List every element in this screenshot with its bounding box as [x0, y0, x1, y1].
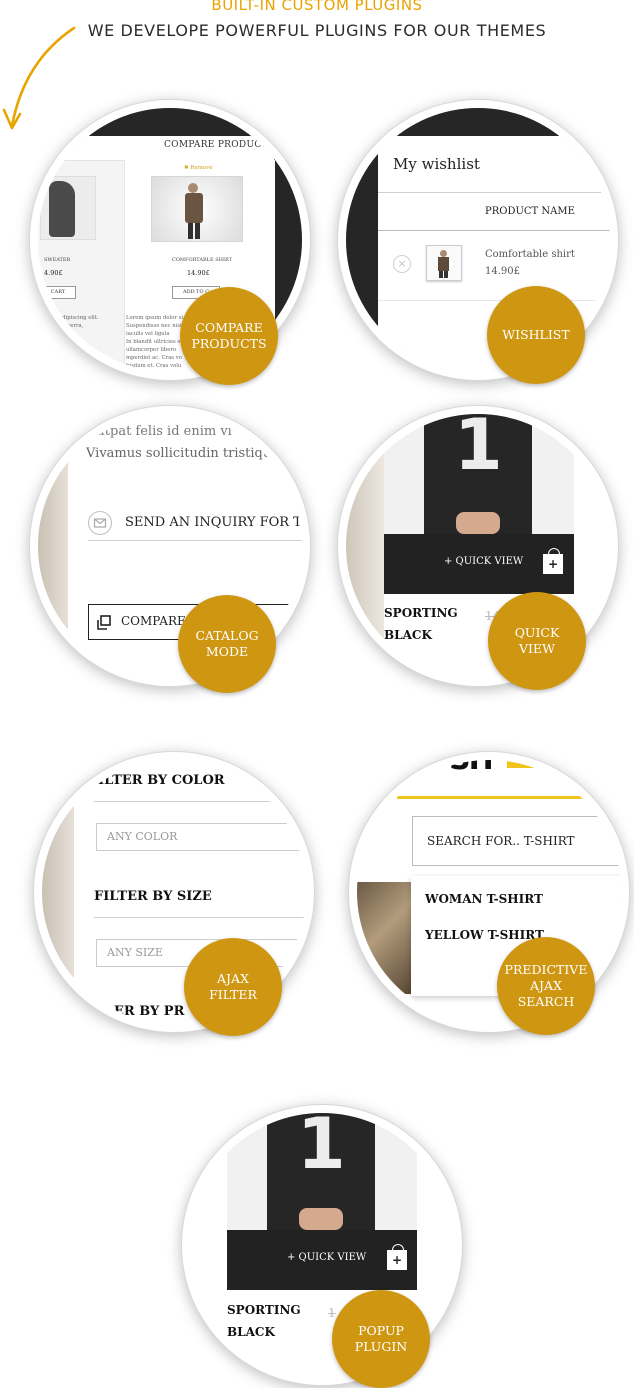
popup-product-name-line-1[interactable]: SPORTING [227, 1303, 301, 1317]
popup-add-to-cart-bag-icon[interactable]: + [387, 1250, 407, 1270]
section-eyebrow: BUILT-IN CUSTOM PLUGINS [211, 0, 423, 14]
ajax-filter-badge: AJAX FILTER [184, 938, 282, 1036]
hair-photo [357, 882, 411, 994]
product-name-line-2[interactable]: BLACK [384, 628, 432, 642]
compare-title: COMPARE PRODUCT [164, 140, 268, 150]
send-inquiry-link[interactable]: SEND AN INQUIRY FOR TH [125, 515, 302, 530]
sweater-price: 4.90£ [44, 269, 63, 277]
filter-by-size-title: FILTER BY SIZE [94, 889, 212, 904]
compare-copy-icon [97, 615, 111, 630]
remove-circle-icon[interactable]: × [393, 255, 411, 273]
catalog-mode-badge: CATALOG MODE [178, 595, 276, 693]
left-description: tetur adipiscing elit. bulum viverra, [44, 315, 99, 329]
catalog-text-line-1: ...utpat felis id enim vi [84, 424, 232, 439]
shirt-name: COMFORTABLE SHIRT [172, 257, 232, 263]
sweater-name: SWEATER [44, 257, 71, 263]
product-name-column-header: PRODUCT NAME [485, 206, 575, 217]
popup-product-old-price: 1 [328, 1306, 336, 1320]
shirt-price: 14.90£ [187, 269, 210, 277]
color-select[interactable]: ANY COLOR [96, 823, 306, 851]
popup-quick-view-button[interactable]: + QUICK VIEW [287, 1252, 366, 1263]
wishlist-item-thumbnail[interactable] [426, 245, 462, 281]
popup-quick-view-bar[interactable]: + QUICK VIEW + [227, 1230, 417, 1290]
compare-button-label: COMPARE [121, 614, 186, 628]
remove-link[interactable]: ✖ Remove [184, 165, 213, 171]
popup-plugin-badge: POPUP PLUGIN [332, 1290, 430, 1388]
filter-by-price-title: ER BY PR [114, 1004, 185, 1019]
predictive-search-badge: PREDICTIVE AJAX SEARCH [497, 937, 595, 1035]
product-photo: 1 [384, 414, 574, 534]
popup-product-name-line-2[interactable]: BLACK [227, 1325, 275, 1339]
wishlist-item-name[interactable]: Comfortable shirt [485, 249, 575, 260]
right-description: Lorem ipsum dolor si Suspendisse nec nis… [126, 315, 184, 369]
popup-product-photo: 1 [227, 1113, 417, 1230]
filter-by-color-title: ILTER BY COLOR [98, 773, 225, 788]
product-name-line-1[interactable]: SPORTING [384, 606, 458, 620]
wishlist-badge: WISHLIST [487, 286, 585, 384]
sweater-add-to-cart-button[interactable]: CART [40, 286, 76, 299]
quick-view-badge: QUICK VIEW [488, 592, 586, 690]
add-to-cart-bag-icon[interactable]: + [543, 554, 563, 574]
site-logo: SH [449, 760, 569, 778]
sweater-image [40, 176, 96, 240]
wishlist-title: My wishlist [393, 155, 480, 173]
wishlist-item-price: 14.90£ [485, 266, 520, 277]
section-subtitle: WE DEVELOPE POWERFUL PLUGINS FOR OUR THE… [87, 21, 547, 40]
catalog-text-line-2: Vivamus sollicitudin tristiqu [86, 446, 272, 461]
search-input[interactable]: SEARCH FOR.. T-SHIRT [412, 816, 621, 866]
shirt-image [151, 176, 243, 242]
suggestion-item-1[interactable]: WOMAN T-SHIRT [425, 892, 543, 906]
envelope-icon [88, 511, 112, 535]
quick-view-bar[interactable]: + QUICK VIEW + [384, 534, 574, 594]
compare-products-badge: COMPARE PRODUCTS [180, 287, 278, 385]
quick-view-button[interactable]: + QUICK VIEW [444, 556, 523, 567]
